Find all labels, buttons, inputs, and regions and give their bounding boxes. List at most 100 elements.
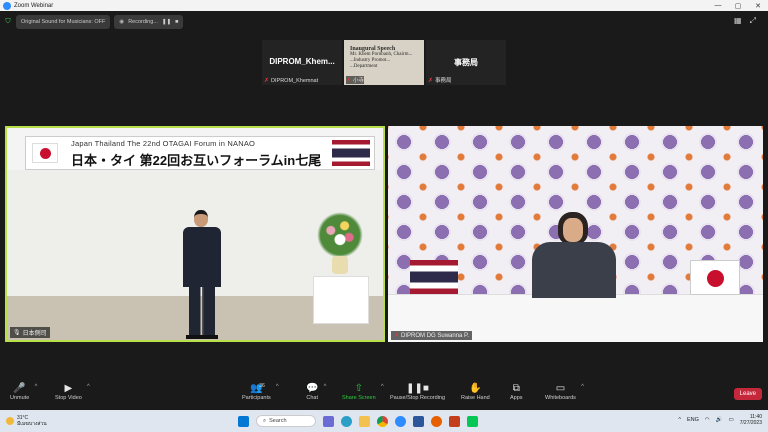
chevron-up-icon[interactable]: ^ (324, 384, 327, 390)
whiteboard-icon: ▭ (555, 383, 566, 394)
share-screen-button[interactable]: ⇧ Share Screen ^ (342, 382, 384, 401)
zoom-icon[interactable] (395, 415, 406, 427)
apps-icon: ⧉ (512, 383, 520, 394)
participant-name: 日本側司 (22, 331, 47, 337)
weather-text: มีเมฆบางส่วน (17, 421, 47, 427)
mic-muted-icon: ✗ (264, 78, 270, 84)
powerpoint-icon[interactable] (449, 415, 460, 427)
recording-icon: ◉ (119, 19, 125, 25)
participant-label: ✗ 小寺 (346, 76, 365, 84)
mic-muted-icon: ✗ (394, 333, 400, 339)
search-icon: ⌕ (263, 417, 267, 424)
participant-name: 小寺 (353, 78, 365, 84)
shield-icon[interactable]: ⛉ (4, 18, 12, 26)
whiteboards-button[interactable]: ▭ Whiteboards ^ (545, 382, 584, 401)
pause-recording-button[interactable]: ❚❚■ Pause/Stop Recording (390, 382, 445, 401)
speaker-person (179, 210, 225, 340)
window-title: Zoom Webinar (14, 2, 54, 9)
pause-recording-icon[interactable]: ❚❚ (162, 19, 171, 25)
mic-muted-icon: ✗ (428, 77, 434, 84)
stop-recording-icon[interactable]: ■ (175, 19, 178, 25)
participants-count: 36 (259, 383, 265, 389)
search-label: Search (269, 418, 287, 424)
chevron-up-icon[interactable]: ^ (581, 384, 584, 390)
minimize-button[interactable]: — (708, 2, 728, 10)
participant-thumbnail[interactable]: Inaugural Speech Mr. Khem Pornbanh, Chai… (344, 40, 424, 85)
thailand-flag-icon (332, 140, 370, 166)
stop-video-button[interactable]: ▶ Stop Video ^ (55, 382, 90, 401)
meeting-topbar: ⛉ Original Sound for Musicians: OFF ◉ Re… (0, 11, 768, 33)
participant-name: DIPROM_Khemnat (271, 77, 319, 84)
participant-video-tile[interactable]: ✗ DIPROM DG Suwanna P. (388, 126, 763, 342)
participant-name: DIPROM DG Suwanna P. (401, 332, 469, 339)
chevron-up-icon[interactable]: ^ (381, 384, 384, 390)
participants-button[interactable]: 👥 36 Participants ^ (242, 382, 279, 401)
battery-icon[interactable]: ▭ (729, 417, 734, 423)
taskbar-clock[interactable]: 11:40 7/27/2023 (740, 414, 762, 426)
participant-label: ✗ DIPROM_Khemnat (264, 77, 319, 85)
chevron-up-icon[interactable]: ^ (87, 384, 90, 390)
chat-label: Chat (306, 395, 319, 401)
weather-widget[interactable]: 31°C มีเมฆบางส่วน (6, 415, 47, 427)
chat-button[interactable]: 💬 Chat ^ (306, 382, 326, 401)
participant-person (528, 212, 620, 302)
recording-indicator: ◉ Recording... ❚❚ ■ (114, 15, 184, 29)
banner-english-text: Japan Thailand The 22nd OTAGAI Forum in … (71, 139, 256, 148)
file-explorer-icon[interactable] (359, 415, 370, 427)
original-sound-label: Original Sound for Musicians: OFF (21, 19, 106, 25)
unmute-button[interactable]: 🎤 Unmute ^ (10, 382, 37, 401)
apps-label: Apps (510, 395, 523, 401)
unmute-label: Unmute (10, 395, 30, 401)
grid-icon[interactable]: ▦ (734, 16, 742, 26)
chevron-up-icon[interactable]: ^ (678, 417, 681, 423)
zoom-logo-icon (3, 1, 11, 10)
edge-icon[interactable] (341, 415, 352, 427)
chevron-up-icon[interactable]: ^ (34, 384, 37, 390)
participant-name: 事務局 (435, 78, 452, 84)
participant-label: ✗ 事務局 (428, 76, 452, 85)
leave-button[interactable]: Leave (733, 388, 762, 400)
participant-display-name: DIPROM_Khem... (269, 57, 335, 66)
line-icon[interactable] (467, 415, 478, 427)
participants-label: Participants (242, 395, 271, 401)
chat-icon: 💬 (306, 383, 319, 394)
chevron-up-icon[interactable]: ^ (276, 384, 279, 390)
task-view-icon[interactable] (323, 415, 334, 427)
raise-hand-icon: ✋ (469, 383, 482, 394)
participant-thumbnail[interactable]: DIPROM_Khem... ✗ DIPROM_Khemnat (262, 40, 342, 85)
japan-flag-icon (32, 143, 58, 163)
participant-display-name: 事務局 (454, 58, 478, 67)
slide-content: Inaugural Speech Mr. Khem Pornbanh, Chai… (350, 46, 412, 70)
raise-hand-button[interactable]: ✋ Raise Hand (461, 382, 490, 401)
word-icon[interactable] (413, 415, 424, 427)
windows-start-icon[interactable] (238, 415, 249, 427)
thumbnail-strip: DIPROM_Khem... ✗ DIPROM_Khemnat Inaugura… (262, 40, 506, 85)
close-button[interactable]: ✕ (748, 2, 768, 10)
weather-sun-icon (6, 417, 14, 425)
fullscreen-icon[interactable]: ⤢ (750, 16, 756, 26)
video-camera-icon: ▶ (64, 383, 73, 394)
forum-banner: Japan Thailand The 22nd OTAGAI Forum in … (25, 136, 375, 170)
taskbar-search[interactable]: ⌕ Search (256, 415, 316, 427)
flower-arrangement (317, 212, 363, 258)
maximize-button[interactable]: ▢ (728, 2, 748, 10)
original-sound-toggle[interactable]: Original Sound for Musicians: OFF (16, 15, 111, 29)
volume-icon[interactable]: 🔊 (716, 417, 723, 423)
speaker-video-tile[interactable]: Japan Thailand The 22nd OTAGAI Forum in … (5, 126, 385, 342)
whiteboards-label: Whiteboards (545, 395, 576, 401)
video-name-label: 🎙 日本側司 (10, 327, 50, 338)
firefox-icon[interactable] (431, 415, 442, 427)
wifi-icon[interactable]: ◠ (705, 417, 710, 423)
window-controls: — ▢ ✕ (708, 2, 768, 10)
language-indicator[interactable]: ENG (687, 417, 699, 423)
apps-button[interactable]: ⧉ Apps (510, 382, 523, 401)
participant-thumbnail[interactable]: 事務局 ✗ 事務局 (426, 40, 506, 85)
chrome-icon[interactable] (377, 415, 388, 427)
japan-flag-icon (690, 260, 740, 295)
thailand-flag-icon (410, 260, 458, 294)
vase (332, 256, 348, 274)
side-table (313, 276, 369, 324)
mic-icon: 🎙 (13, 330, 21, 336)
os-taskbar: 31°C มีเมฆบางส่วน ⌕ Search ^ ENG ◠ 🔊 ▭ 1… (0, 410, 768, 432)
share-screen-icon: ⇧ (354, 383, 364, 394)
